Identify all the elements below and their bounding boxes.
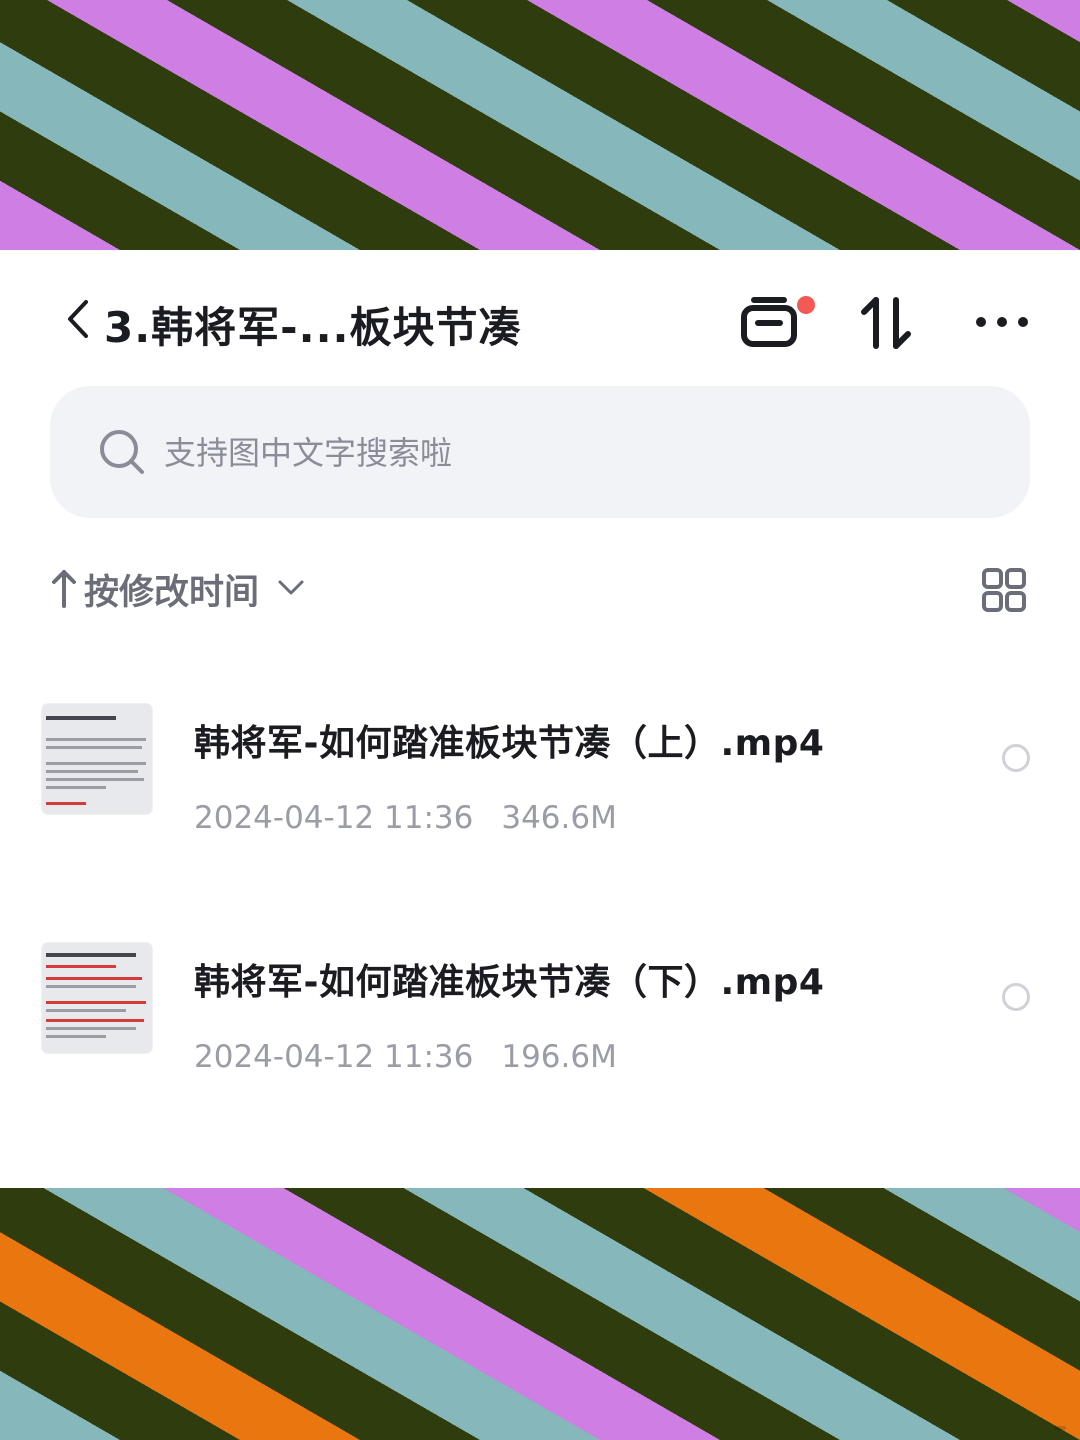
search-bar[interactable] <box>50 386 1030 518</box>
decorative-stripes-top <box>0 0 1080 250</box>
chevron-down-icon <box>278 580 304 595</box>
list-item[interactable]: 韩将军-如何踏准板块节凑（上）.mp4 2024-04-12 11:36 346.… <box>0 704 1080 844</box>
file-name: 韩将军-如何踏准板块节凑（上）.mp4 <box>194 723 825 764</box>
video-thumbnail <box>42 704 152 814</box>
search-icon <box>100 430 144 474</box>
list-item[interactable]: 韩将军-如何踏准板块节凑（下）.mp4 2024-04-12 11:36 196.… <box>0 943 1080 1083</box>
file-meta: 2024-04-12 11:36 346.6M <box>194 800 617 836</box>
header: 3.韩将军-...板块节凑 <box>0 280 1080 360</box>
decorative-stripes-bottom <box>0 1188 1080 1440</box>
select-radio[interactable] <box>1002 744 1030 772</box>
page-title: 3.韩将军-...板块节凑 <box>104 303 522 352</box>
clipboard-icon <box>741 297 797 347</box>
grid-view-icon <box>982 568 1026 612</box>
chevron-left-icon <box>68 300 88 338</box>
search-input[interactable] <box>162 426 986 480</box>
select-radio[interactable] <box>1002 983 1030 1011</box>
file-name: 韩将军-如何踏准板块节凑（下）.mp4 <box>194 962 825 1003</box>
notification-dot <box>797 296 815 314</box>
file-date: 2024-04-12 11:36 <box>194 1039 474 1075</box>
watermark <box>1054 1426 1066 1430</box>
clipboard-button[interactable] <box>734 290 815 354</box>
grid-view-button[interactable] <box>980 566 1028 614</box>
more-options-button[interactable] <box>968 290 1038 354</box>
file-date: 2024-04-12 11:36 <box>194 800 474 836</box>
more-dots-icon <box>976 317 1028 327</box>
sort-label: 按修改时间 <box>84 573 260 613</box>
file-browser-screen: 3.韩将军-...板块节凑 支持图中文字搜索啦 按修改时间 韩将军-如何踏准板块… <box>0 250 1080 1188</box>
file-size: 346.6M <box>501 800 617 836</box>
video-thumbnail <box>42 943 152 1053</box>
back-button[interactable] <box>62 294 96 344</box>
arrow-up-icon <box>52 570 76 608</box>
file-size: 196.6M <box>501 1039 617 1075</box>
sort-arrows-icon <box>861 297 911 349</box>
file-meta: 2024-04-12 11:36 196.6M <box>194 1039 617 1075</box>
sort-order-button[interactable] <box>852 290 922 354</box>
